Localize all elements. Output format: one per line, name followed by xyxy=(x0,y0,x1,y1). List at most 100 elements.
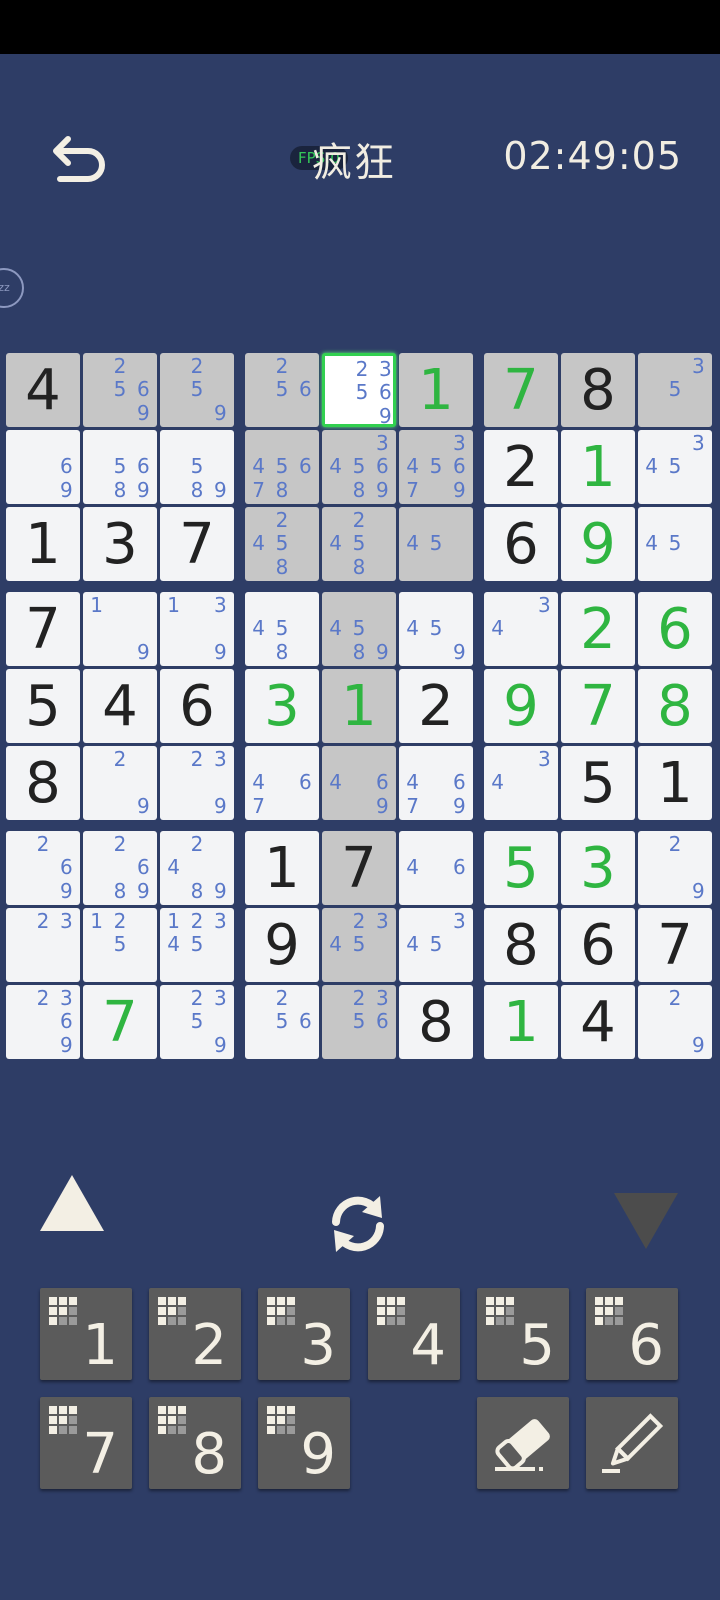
cell-r7c3[interactable]: 2489 xyxy=(160,831,234,905)
digit-key-3[interactable]: 3 xyxy=(258,1288,350,1380)
arrow-up-icon[interactable] xyxy=(40,1175,104,1231)
cell-r4c8[interactable]: 2 xyxy=(561,592,635,666)
cell-r9c3[interactable]: 2359 xyxy=(160,985,234,1059)
cell-r3c1[interactable]: 1 xyxy=(6,507,80,581)
cell-r8c9[interactable]: 7 xyxy=(638,908,712,982)
note-digit xyxy=(448,833,471,856)
cell-r8c8[interactable]: 6 xyxy=(561,908,635,982)
undo-icon[interactable] xyxy=(50,133,110,189)
cell-r5c4[interactable]: 3 xyxy=(245,669,319,743)
cell-r7c5[interactable]: 7 xyxy=(322,831,396,905)
cell-r5c8[interactable]: 7 xyxy=(561,669,635,743)
cell-r2c8[interactable]: 1 xyxy=(561,430,635,504)
cell-r2c7[interactable]: 2 xyxy=(484,430,558,504)
cell-r8c7[interactable]: 8 xyxy=(484,908,558,982)
cell-r4c7[interactable]: 34 xyxy=(484,592,558,666)
cell-r1c1[interactable]: 4 xyxy=(6,353,80,427)
cell-r7c2[interactable]: 2689 xyxy=(83,831,157,905)
eraser-button[interactable] xyxy=(477,1397,569,1489)
note-grid-icon xyxy=(158,1297,186,1325)
cell-r8c1[interactable]: 23 xyxy=(6,908,80,982)
cell-r1c9[interactable]: 35 xyxy=(638,353,712,427)
refresh-icon[interactable] xyxy=(322,1188,394,1260)
cell-r1c3[interactable]: 259 xyxy=(160,353,234,427)
digit-key-1[interactable]: 1 xyxy=(40,1288,132,1380)
cell-r9c2[interactable]: 7 xyxy=(83,985,157,1059)
cell-r5c7[interactable]: 9 xyxy=(484,669,558,743)
cell-r9c1[interactable]: 2369 xyxy=(6,985,80,1059)
cell-r8c3[interactable]: 123 45 xyxy=(160,908,234,982)
cell-r6c2[interactable]: 29 xyxy=(83,746,157,820)
digit-key-4[interactable]: 4 xyxy=(368,1288,460,1380)
cell-r1c6[interactable]: 1 xyxy=(399,353,473,427)
digit-key-7[interactable]: 7 xyxy=(40,1397,132,1489)
cell-r7c6[interactable]: 46 xyxy=(399,831,473,905)
digit-key-5[interactable]: 5 xyxy=(477,1288,569,1380)
cell-r2c5[interactable]: 3 45689 xyxy=(322,430,396,504)
cell-r2c6[interactable]: 3 456 7 9 xyxy=(399,430,473,504)
sleep-bubble[interactable]: zz xyxy=(0,268,24,308)
cell-r9c7[interactable]: 1 xyxy=(484,985,558,1059)
cell-r4c9[interactable]: 6 xyxy=(638,592,712,666)
cell-r3c2[interactable]: 3 xyxy=(83,507,157,581)
cell-r2c3[interactable]: 589 xyxy=(160,430,234,504)
cell-r9c4[interactable]: 256 xyxy=(245,985,319,1059)
cell-r2c1[interactable]: 69 xyxy=(6,430,80,504)
cell-r2c9[interactable]: 3 45 xyxy=(638,430,712,504)
cell-r6c3[interactable]: 23 9 xyxy=(160,746,234,820)
digit-key-8[interactable]: 8 xyxy=(149,1397,241,1489)
cell-r5c3[interactable]: 6 xyxy=(160,669,234,743)
cell-r4c4[interactable]: 458 xyxy=(245,592,319,666)
cell-r8c5[interactable]: 23 45 xyxy=(322,908,396,982)
note-digit: 9 xyxy=(213,639,227,664)
cell-r6c6[interactable]: 4 6 7 9 xyxy=(399,746,473,820)
cell-r5c9[interactable]: 8 xyxy=(638,669,712,743)
cell-r7c8[interactable]: 3 xyxy=(561,831,635,905)
cell-r1c8[interactable]: 8 xyxy=(561,353,635,427)
cell-r5c5[interactable]: 1 xyxy=(322,669,396,743)
cell-r4c3[interactable]: 1 3 9 xyxy=(160,592,234,666)
pencil-button[interactable] xyxy=(586,1397,678,1489)
cell-r2c4[interactable]: 456 78 xyxy=(245,430,319,504)
cell-r7c4[interactable]: 1 xyxy=(245,831,319,905)
cell-r9c6[interactable]: 8 xyxy=(399,985,473,1059)
cell-r8c4[interactable]: 9 xyxy=(245,908,319,982)
cell-r3c6[interactable]: 45 xyxy=(399,507,473,581)
cell-r1c4[interactable]: 256 xyxy=(245,353,319,427)
cell-r3c3[interactable]: 7 xyxy=(160,507,234,581)
cell-r2c2[interactable]: 5689 xyxy=(83,430,157,504)
cell-r6c8[interactable]: 5 xyxy=(561,746,635,820)
cell-r8c2[interactable]: 125 xyxy=(83,908,157,982)
cell-r3c4[interactable]: 2458 xyxy=(245,507,319,581)
cell-r9c5[interactable]: 2356 xyxy=(322,985,396,1059)
cell-r7c1[interactable]: 269 xyxy=(6,831,80,905)
cell-r7c7[interactable]: 5 xyxy=(484,831,558,905)
cell-r6c7[interactable]: 34 xyxy=(484,746,558,820)
cell-r3c7[interactable]: 6 xyxy=(484,507,558,581)
cell-r3c9[interactable]: 45 xyxy=(638,507,712,581)
cell-r5c2[interactable]: 4 xyxy=(83,669,157,743)
cell-r3c5[interactable]: 2458 xyxy=(322,507,396,581)
cell-r4c6[interactable]: 459 xyxy=(399,592,473,666)
digit-key-9[interactable]: 9 xyxy=(258,1397,350,1489)
cell-r8c6[interactable]: 3 45 xyxy=(399,908,473,982)
cell-r3c8[interactable]: 9 xyxy=(561,507,635,581)
cell-r6c1[interactable]: 8 xyxy=(6,746,80,820)
cell-r9c8[interactable]: 4 xyxy=(561,985,635,1059)
cell-r1c7[interactable]: 7 xyxy=(484,353,558,427)
cell-r4c5[interactable]: 4589 xyxy=(322,592,396,666)
arrow-down-icon[interactable] xyxy=(614,1193,678,1249)
cell-r6c4[interactable]: 4 6 7 xyxy=(245,746,319,820)
cell-r6c9[interactable]: 1 xyxy=(638,746,712,820)
digit-key-2[interactable]: 2 xyxy=(149,1288,241,1380)
cell-r9c9[interactable]: 29 xyxy=(638,985,712,1059)
digit-key-6[interactable]: 6 xyxy=(586,1288,678,1380)
cell-r6c5[interactable]: 4 69 xyxy=(322,746,396,820)
cell-r1c2[interactable]: 2569 xyxy=(83,353,157,427)
cell-r1c5[interactable]: 23569 xyxy=(322,353,396,427)
cell-r5c1[interactable]: 5 xyxy=(6,669,80,743)
cell-r4c2[interactable]: 19 xyxy=(83,592,157,666)
cell-r7c9[interactable]: 29 xyxy=(638,831,712,905)
cell-r5c6[interactable]: 2 xyxy=(399,669,473,743)
cell-r4c1[interactable]: 7 xyxy=(6,592,80,666)
